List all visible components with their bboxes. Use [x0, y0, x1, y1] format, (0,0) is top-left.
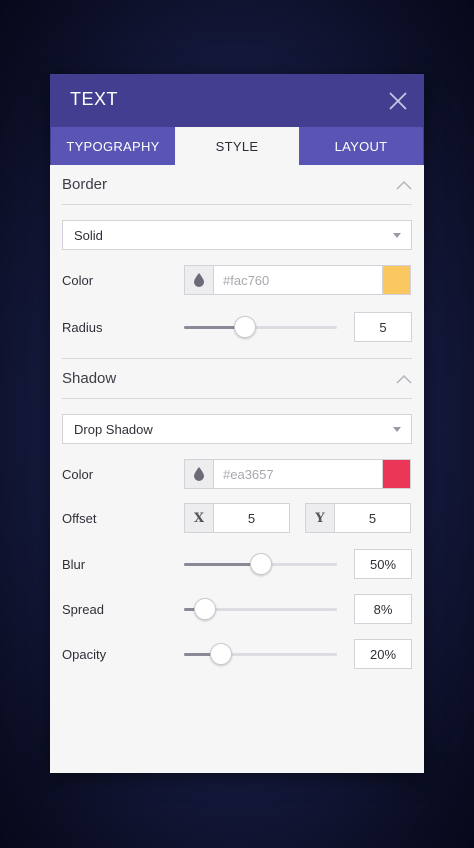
shadow-opacity-input[interactable]: 20%: [354, 639, 412, 669]
shadow-section-header[interactable]: Shadow: [62, 359, 412, 399]
panel-title: TEXT: [70, 89, 119, 109]
shadow-section-title: Shadow: [62, 370, 117, 387]
x-axis-icon: X: [185, 504, 214, 532]
shadow-blur-label: Blur: [62, 556, 86, 572]
shadow-color-row: Color #ea3657: [62, 459, 412, 489]
shadow-offset-x-input[interactable]: 5: [214, 504, 289, 532]
shadow-offset-y[interactable]: Y 5: [305, 503, 411, 533]
border-style-select[interactable]: Solid: [62, 220, 412, 250]
shadow-offset-label: Offset: [62, 510, 97, 526]
shadow-spread-label: Spread: [62, 601, 104, 617]
chevron-up-icon[interactable]: [396, 180, 412, 190]
text-style-panel: TEXT TYPOGRAPHY STYLE LAYOUT Border Soli…: [50, 74, 424, 773]
droplet-icon[interactable]: [185, 460, 214, 488]
shadow-color-hex[interactable]: #ea3657: [214, 460, 382, 488]
border-section-title: Border: [62, 176, 108, 193]
chevron-up-icon[interactable]: [396, 374, 412, 384]
shadow-opacity-slider[interactable]: [184, 639, 337, 669]
shadow-color-swatch[interactable]: [382, 460, 410, 488]
dropdown-caret-icon: [393, 232, 401, 238]
slider-thumb[interactable]: [233, 316, 256, 338]
shadow-type-select[interactable]: Drop Shadow: [62, 414, 412, 444]
dropdown-caret-icon: [393, 426, 401, 432]
tab-style[interactable]: STYLE: [175, 127, 299, 165]
shadow-color-field[interactable]: #ea3657: [184, 459, 411, 489]
tab-bar: TYPOGRAPHY STYLE LAYOUT: [50, 127, 424, 165]
shadow-opacity-row: Opacity 20%: [62, 639, 412, 669]
panel-header: TEXT: [50, 74, 424, 127]
shadow-spread-slider[interactable]: [184, 594, 337, 624]
shadow-blur-row: Blur 50%: [62, 549, 412, 579]
border-color-field[interactable]: #fac760: [184, 265, 411, 295]
y-axis-icon: Y: [306, 504, 335, 532]
border-section-header[interactable]: Border: [62, 165, 412, 205]
shadow-type-value: Drop Shadow: [74, 421, 153, 437]
shadow-spread-row: Spread 8%: [62, 594, 412, 624]
tab-typography[interactable]: TYPOGRAPHY: [50, 127, 175, 165]
close-icon[interactable]: [388, 91, 408, 111]
border-radius-input[interactable]: 5: [354, 312, 412, 342]
border-radius-row: Radius 5: [62, 312, 412, 342]
border-color-swatch[interactable]: [382, 266, 410, 294]
style-content: Border Solid Color #fac760 Radius 5 Shad…: [50, 165, 424, 669]
shadow-offset-row: Offset X 5 Y 5: [62, 503, 412, 533]
shadow-offset-x[interactable]: X 5: [184, 503, 290, 533]
shadow-blur-input[interactable]: 50%: [354, 549, 412, 579]
slider-thumb[interactable]: [249, 553, 272, 575]
shadow-offset-y-input[interactable]: 5: [335, 504, 410, 532]
slider-thumb[interactable]: [194, 598, 217, 620]
shadow-color-label: Color: [62, 466, 94, 482]
shadow-opacity-label: Opacity: [62, 646, 107, 662]
shadow-spread-input[interactable]: 8%: [354, 594, 412, 624]
border-radius-label: Radius: [62, 319, 103, 335]
border-color-label: Color: [62, 272, 94, 288]
slider-thumb[interactable]: [210, 643, 233, 665]
border-color-row: Color #fac760: [62, 265, 412, 295]
border-color-hex[interactable]: #fac760: [214, 266, 382, 294]
border-style-value: Solid: [74, 227, 103, 243]
droplet-icon[interactable]: [185, 266, 214, 294]
tab-layout[interactable]: LAYOUT: [299, 127, 424, 165]
shadow-blur-slider[interactable]: [184, 549, 337, 579]
border-radius-slider[interactable]: [184, 312, 337, 342]
